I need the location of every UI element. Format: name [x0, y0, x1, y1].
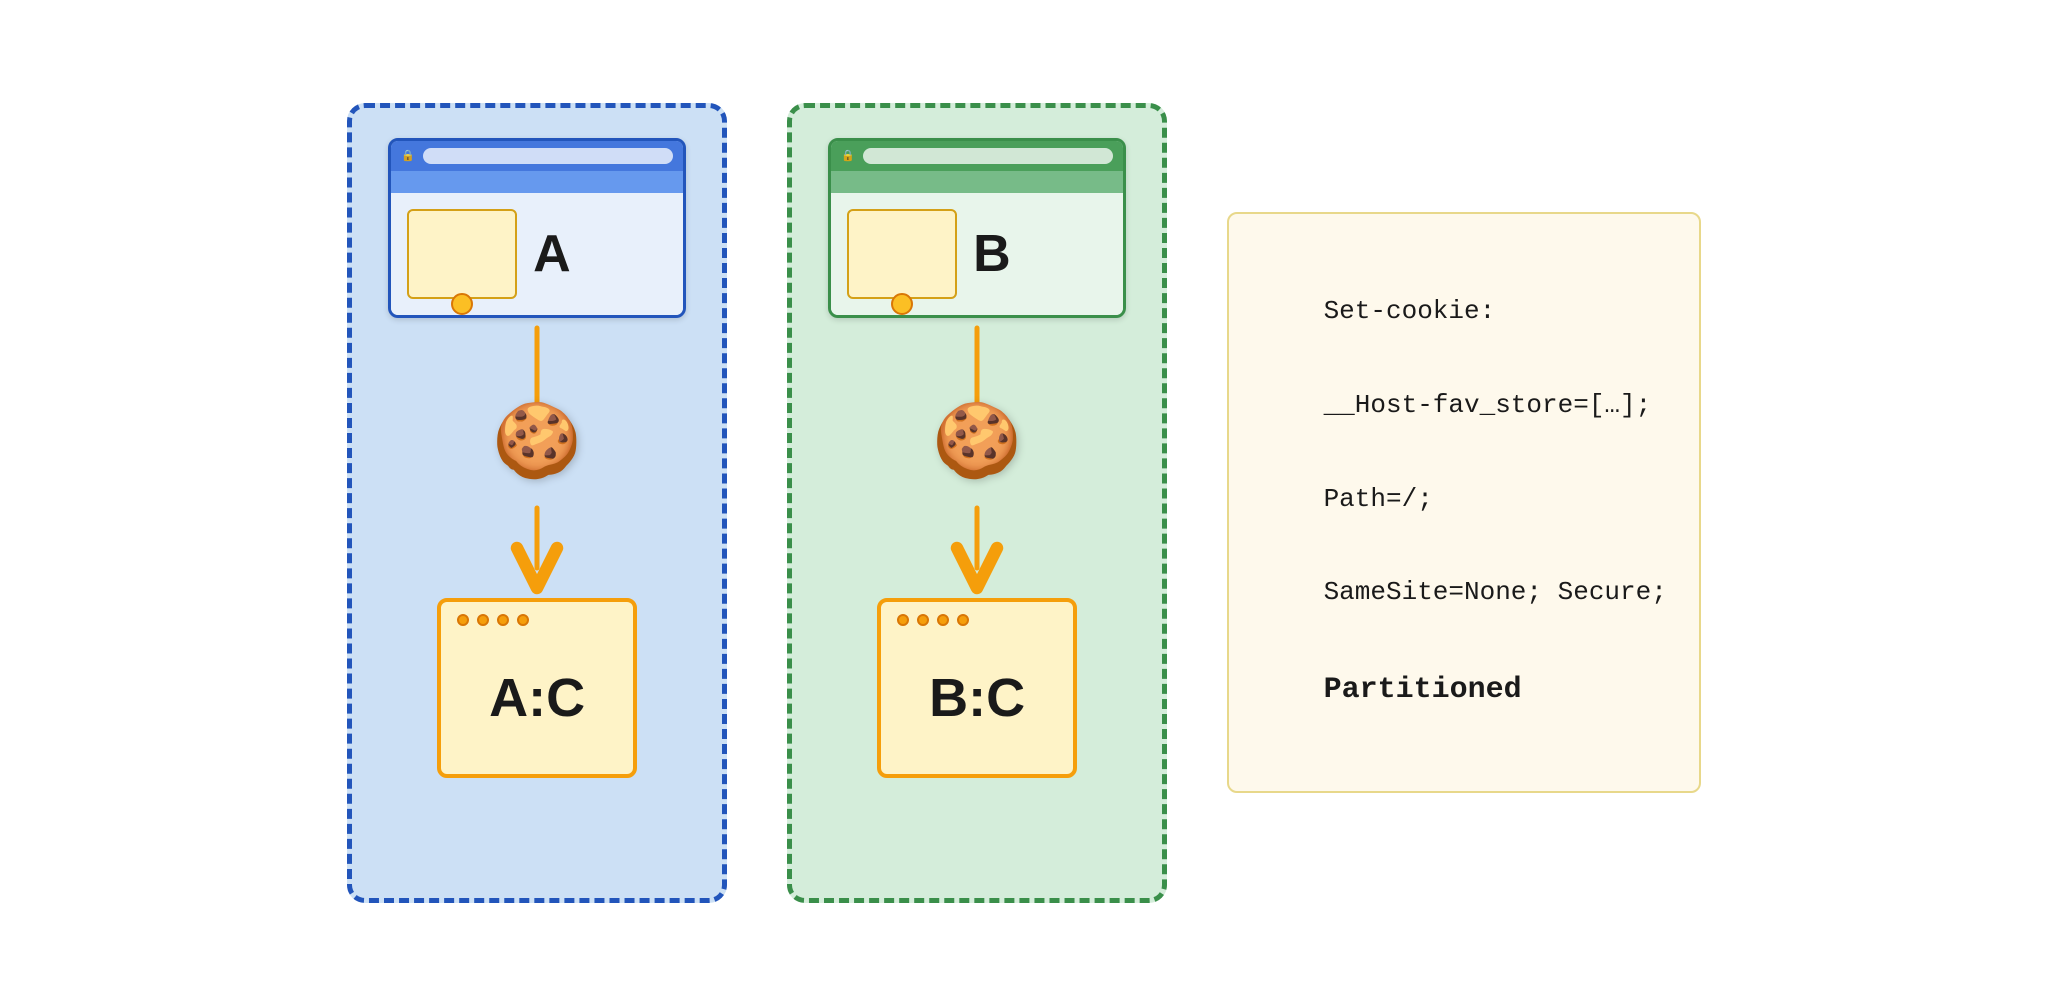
titlebar-b: 🔒 [831, 141, 1123, 171]
code-line-1: Set-cookie: [1324, 296, 1496, 326]
lock-icon-b: 🔒 [841, 149, 855, 162]
address-bar-b [863, 148, 1113, 164]
dot4-a [517, 614, 529, 626]
main-container: 🔒 A 🍪 [307, 63, 1741, 943]
titlebar-a: 🔒 [391, 141, 683, 171]
right-partition-box: 🔒 B 🍪 [787, 103, 1167, 903]
dot3-b [937, 614, 949, 626]
iframe-circle-a [451, 293, 473, 315]
storage-label-a: A:C [489, 667, 585, 729]
browser-window-a: 🔒 A [388, 138, 686, 318]
storage-label-b: B:C [929, 667, 1025, 729]
dot3-a [497, 614, 509, 626]
iframe-box-b [847, 209, 957, 299]
cookie-storage-b: B:C [877, 598, 1077, 778]
lock-icon-a: 🔒 [401, 149, 415, 162]
code-line-2: __Host-fav_store=[…]; [1324, 390, 1652, 420]
code-block: Set-cookie: __Host-fav_store=[…]; Path=/… [1227, 212, 1701, 794]
browser-content-b: B [831, 193, 1123, 315]
code-line-5-partitioned: Partitioned [1324, 673, 1522, 707]
site-label-b: B [973, 224, 1011, 284]
dot1-a [457, 614, 469, 626]
code-line-3: Path=/; [1324, 484, 1433, 514]
code-line-4: SameSite=None; Secure; [1324, 577, 1667, 607]
browser-content-a: A [391, 193, 683, 315]
iframe-circle-b [891, 293, 913, 315]
storage-dots-a [457, 614, 529, 626]
cookie-storage-a: A:C [437, 598, 637, 778]
dot4-b [957, 614, 969, 626]
storage-dots-b [897, 614, 969, 626]
toolbar-a [391, 171, 683, 193]
site-label-a: A [533, 224, 571, 284]
address-bar-a [423, 148, 673, 164]
cookie-emoji-b: 🍪 [932, 398, 1022, 483]
flow-area-b: 🍪 B:C [828, 328, 1126, 778]
toolbar-b [831, 171, 1123, 193]
dot1-b [897, 614, 909, 626]
flow-area-a: 🍪 A:C [388, 328, 686, 778]
browser-window-b: 🔒 B [828, 138, 1126, 318]
dot2-a [477, 614, 489, 626]
cookie-emoji-a: 🍪 [492, 398, 582, 483]
left-partition-box: 🔒 A 🍪 [347, 103, 727, 903]
dot2-b [917, 614, 929, 626]
iframe-box-a [407, 209, 517, 299]
